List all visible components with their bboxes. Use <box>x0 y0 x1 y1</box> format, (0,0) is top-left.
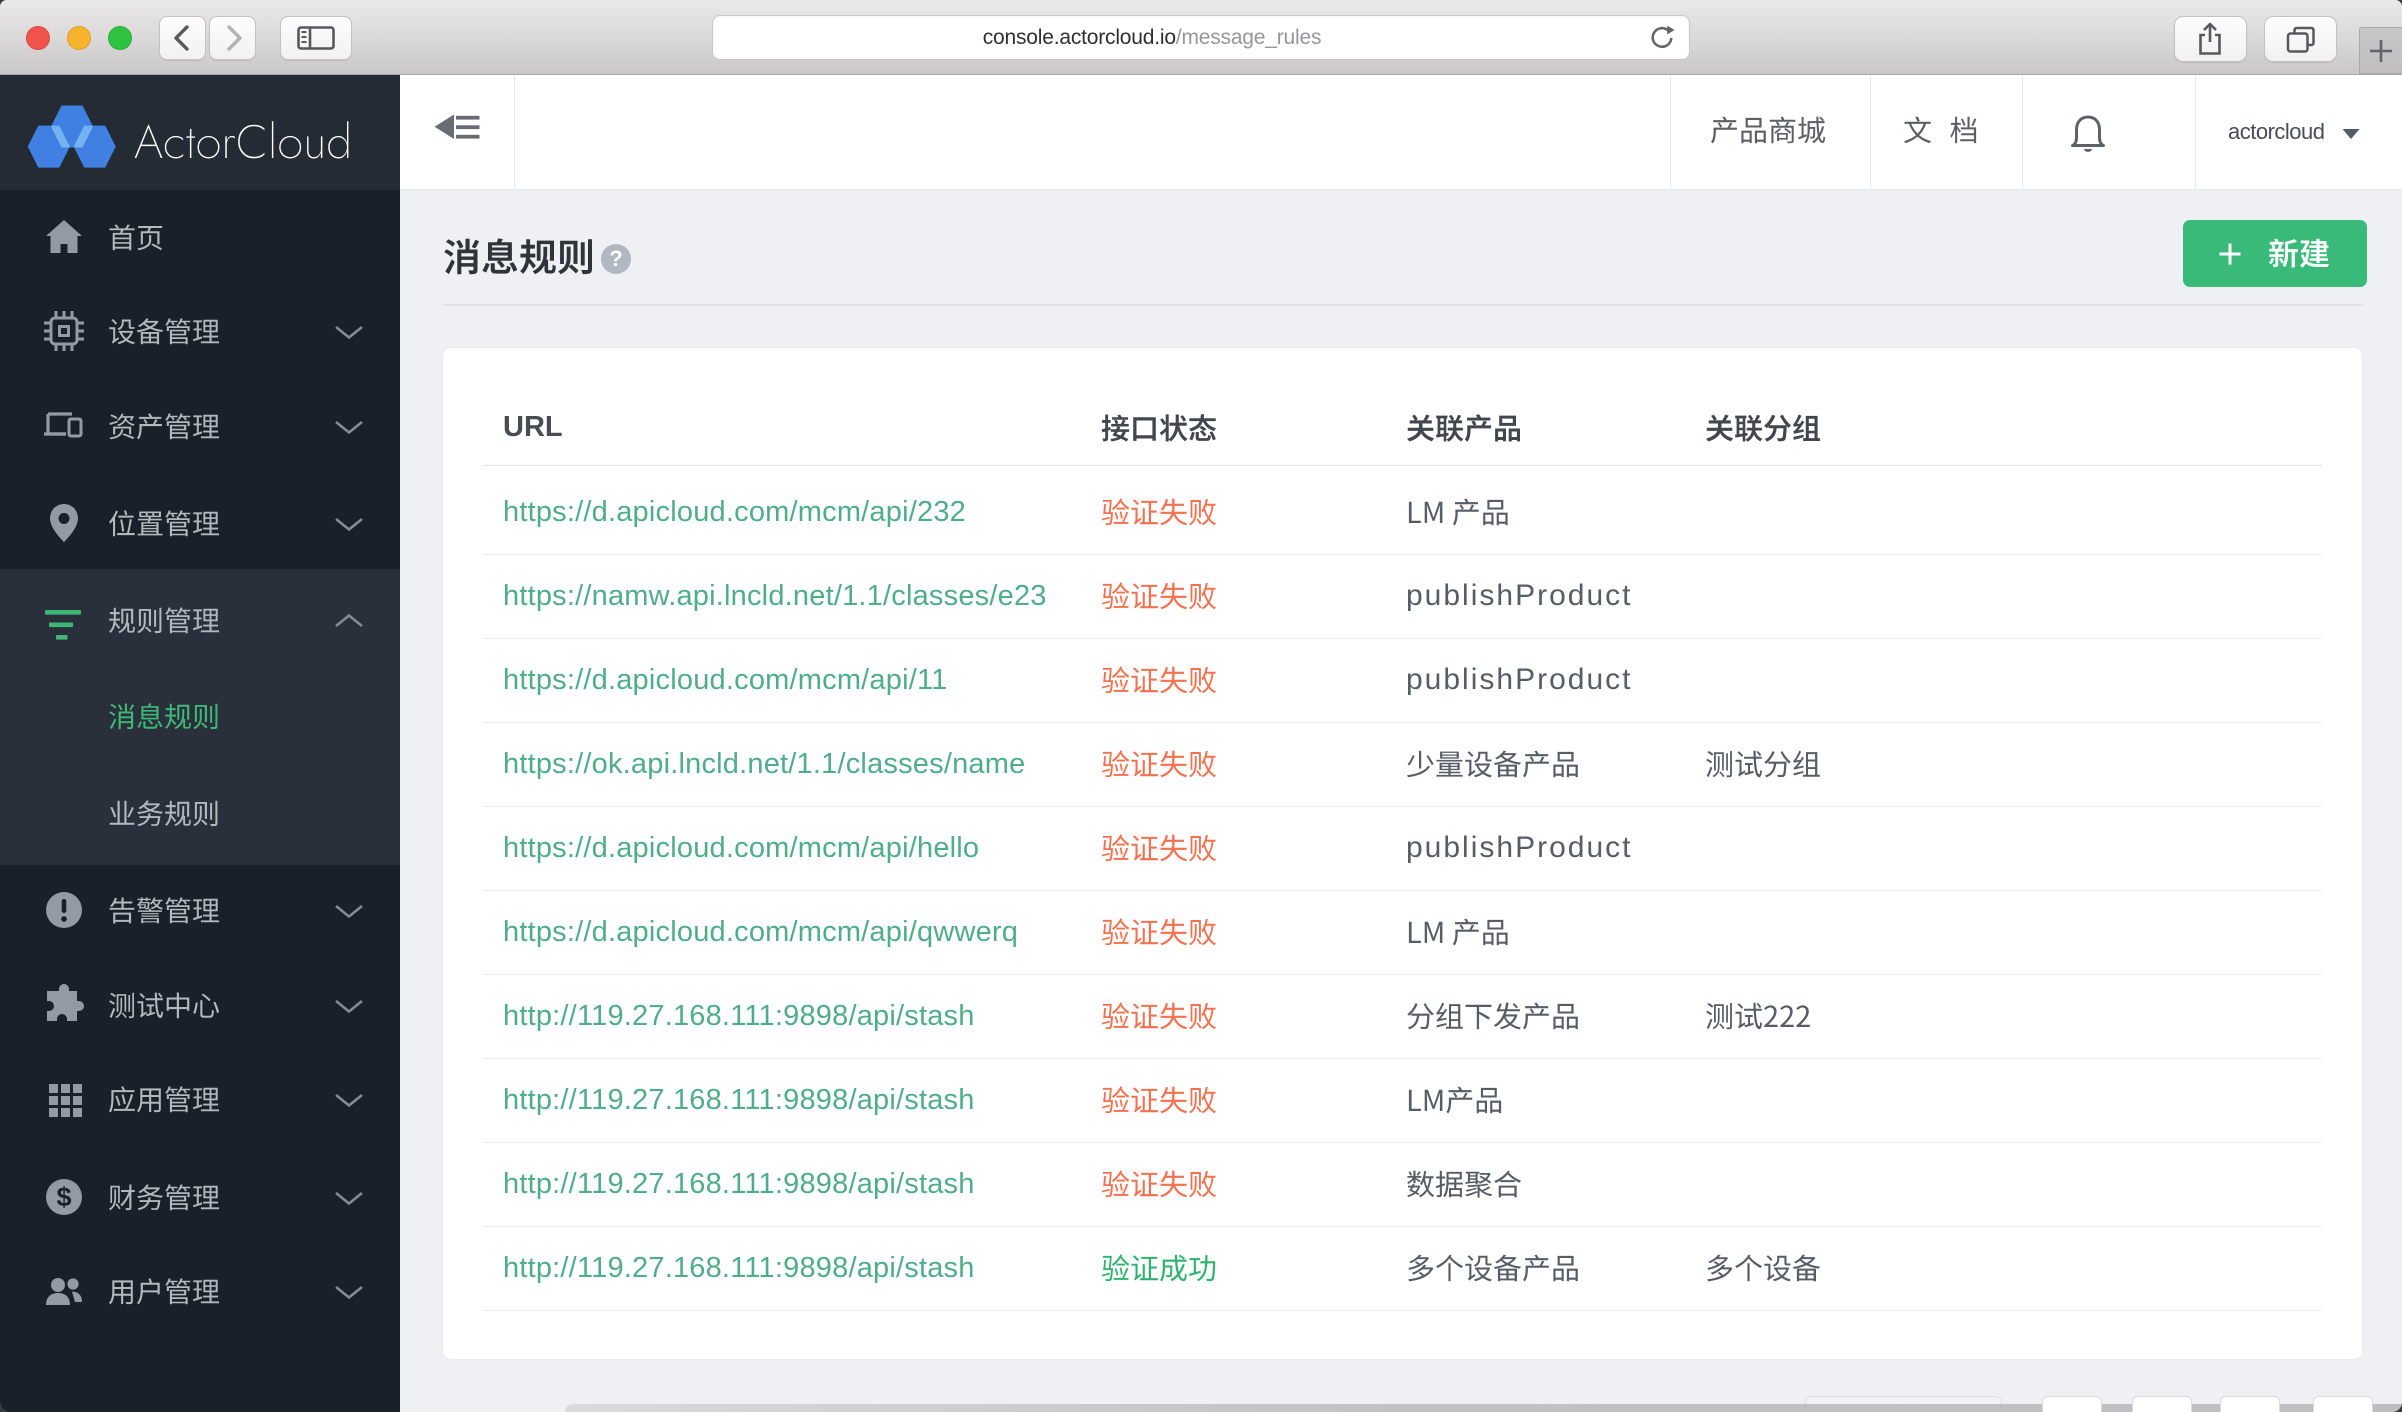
svg-text:$: $ <box>56 1182 71 1212</box>
